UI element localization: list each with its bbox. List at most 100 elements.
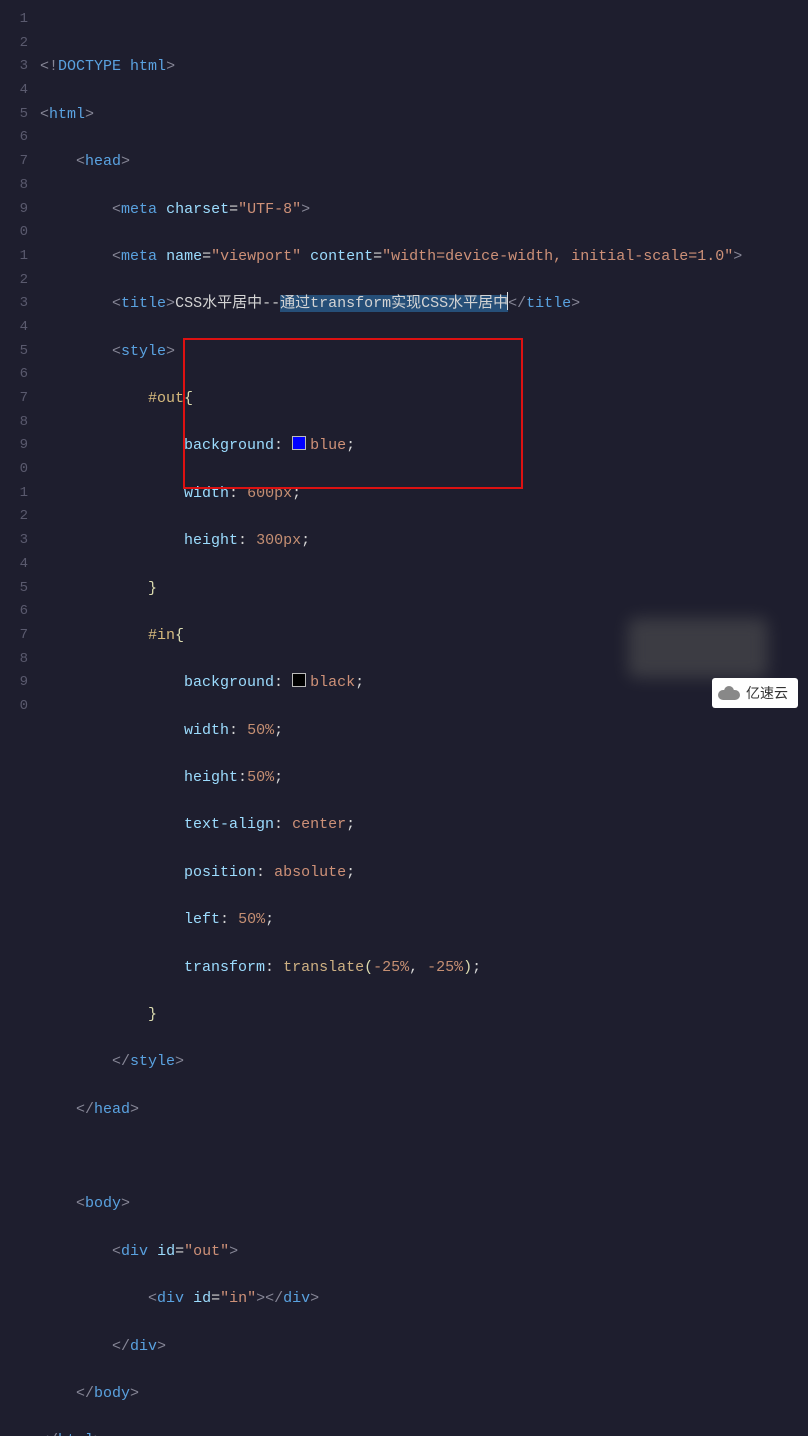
line-number: 2 [0, 32, 28, 56]
css-prop: background [184, 674, 274, 691]
css-value: center [292, 816, 346, 833]
code-line[interactable]: height: 300px; [40, 529, 742, 553]
attr-value: "width=device-width, initial-scale=1.0" [382, 248, 733, 265]
line-number: 6 [0, 126, 28, 150]
css-value: absolute [274, 864, 346, 881]
watermark-badge: 亿速云 [712, 678, 798, 708]
css-value: -25% [427, 959, 463, 976]
attr-value: "out" [184, 1243, 229, 1260]
tag-name: title [121, 295, 166, 312]
css-prop: background [184, 437, 274, 454]
tag-name: div [121, 1243, 148, 1260]
css-value: blue [310, 437, 346, 454]
css-value: 50% [247, 722, 274, 739]
line-number: 4 [0, 553, 28, 577]
line-number: 0 [0, 695, 28, 719]
line-number: 9 [0, 671, 28, 695]
css-prop: transform [184, 959, 265, 976]
code-line[interactable]: <!DOCTYPE html> [40, 55, 742, 79]
code-line[interactable]: </head> [40, 1098, 742, 1122]
line-number: 7 [0, 150, 28, 174]
blurred-region [628, 618, 768, 678]
code-line[interactable]: width: 600px; [40, 482, 742, 506]
tag-name: html [130, 58, 166, 75]
code-line[interactable]: transform: translate(-25%, -25%); [40, 956, 742, 980]
line-number: 3 [0, 529, 28, 553]
line-number: 7 [0, 624, 28, 648]
css-selector: #in [148, 627, 175, 644]
code-line[interactable]: position: absolute; [40, 861, 742, 885]
code-editor[interactable]: 1 2 3 4 5 6 7 8 9 0 1 2 3 4 5 6 7 8 9 0 … [0, 0, 808, 718]
color-swatch-icon[interactable] [292, 436, 306, 450]
css-value: 50% [247, 769, 274, 786]
code-line[interactable]: <meta name="viewport" content="width=dev… [40, 245, 742, 269]
code-line[interactable]: <title>CSS水平居中--通过transform实现CSS水平居中</ti… [40, 292, 742, 316]
line-number: 5 [0, 340, 28, 364]
tag-name: div [283, 1290, 310, 1307]
code-line[interactable]: #out{ [40, 387, 742, 411]
css-prop: height [184, 769, 238, 786]
attr-value: "UTF-8" [238, 201, 301, 218]
line-number: 4 [0, 316, 28, 340]
code-line[interactable]: <body> [40, 1192, 742, 1216]
code-line[interactable]: height:50%; [40, 766, 742, 790]
code-line[interactable]: <div id="in"></div> [40, 1287, 742, 1311]
code-line[interactable]: width: 50%; [40, 719, 742, 743]
code-line[interactable]: <meta charset="UTF-8"> [40, 198, 742, 222]
css-prop: width [184, 485, 229, 502]
tag-name: body [85, 1195, 121, 1212]
code-line[interactable]: </div> [40, 1335, 742, 1359]
code-line[interactable]: </html> [40, 1429, 742, 1436]
attr-name: name [166, 248, 202, 265]
line-number: 8 [0, 411, 28, 435]
code-line[interactable] [40, 1145, 742, 1169]
css-prop: width [184, 722, 229, 739]
css-selector: #out [148, 390, 184, 407]
tag-name: div [157, 1290, 184, 1307]
line-number: 7 [0, 387, 28, 411]
code-line[interactable]: <head> [40, 150, 742, 174]
cloud-icon [718, 686, 740, 700]
line-number: 8 [0, 174, 28, 198]
code-line[interactable]: <html> [40, 103, 742, 127]
code-line[interactable]: background: blue; [40, 434, 742, 458]
color-swatch-icon[interactable] [292, 673, 306, 687]
css-value: 600px [247, 485, 292, 502]
css-function: translate [283, 959, 364, 976]
line-number: 2 [0, 505, 28, 529]
code-line[interactable]: <div id="out"> [40, 1240, 742, 1264]
line-number: 3 [0, 55, 28, 79]
line-number: 5 [0, 577, 28, 601]
tag-name: meta [121, 201, 157, 218]
watermark-text: 亿速云 [746, 682, 788, 704]
doctype: DOCTYPE [58, 58, 121, 75]
line-number: 9 [0, 434, 28, 458]
tag-name: html [49, 106, 85, 123]
css-value: black [310, 674, 355, 691]
line-number: 0 [0, 221, 28, 245]
line-number: 1 [0, 482, 28, 506]
code-line[interactable]: text-align: center; [40, 813, 742, 837]
code-area[interactable]: <!DOCTYPE html> <html> <head> <meta char… [34, 0, 742, 718]
line-number: 6 [0, 363, 28, 387]
punct: <! [40, 58, 58, 75]
line-number: 8 [0, 648, 28, 672]
code-line[interactable]: </body> [40, 1382, 742, 1406]
code-line[interactable]: } [40, 1003, 742, 1027]
code-line[interactable]: </style> [40, 1050, 742, 1074]
tag-name: title [526, 295, 571, 312]
code-line[interactable]: left: 50%; [40, 908, 742, 932]
code-line[interactable]: <style> [40, 340, 742, 364]
css-value: 300px [256, 532, 301, 549]
css-value: 50% [238, 911, 265, 928]
tag-name: div [130, 1338, 157, 1355]
attr-name: id [193, 1290, 211, 1307]
css-value: -25% [373, 959, 409, 976]
line-number: 9 [0, 198, 28, 222]
line-number: 3 [0, 292, 28, 316]
line-number: 1 [0, 8, 28, 32]
code-line[interactable]: } [40, 577, 742, 601]
tag-name: head [85, 153, 121, 170]
attr-name: content [310, 248, 373, 265]
selected-text[interactable]: 通过transform实现CSS水平居中 [280, 295, 508, 312]
